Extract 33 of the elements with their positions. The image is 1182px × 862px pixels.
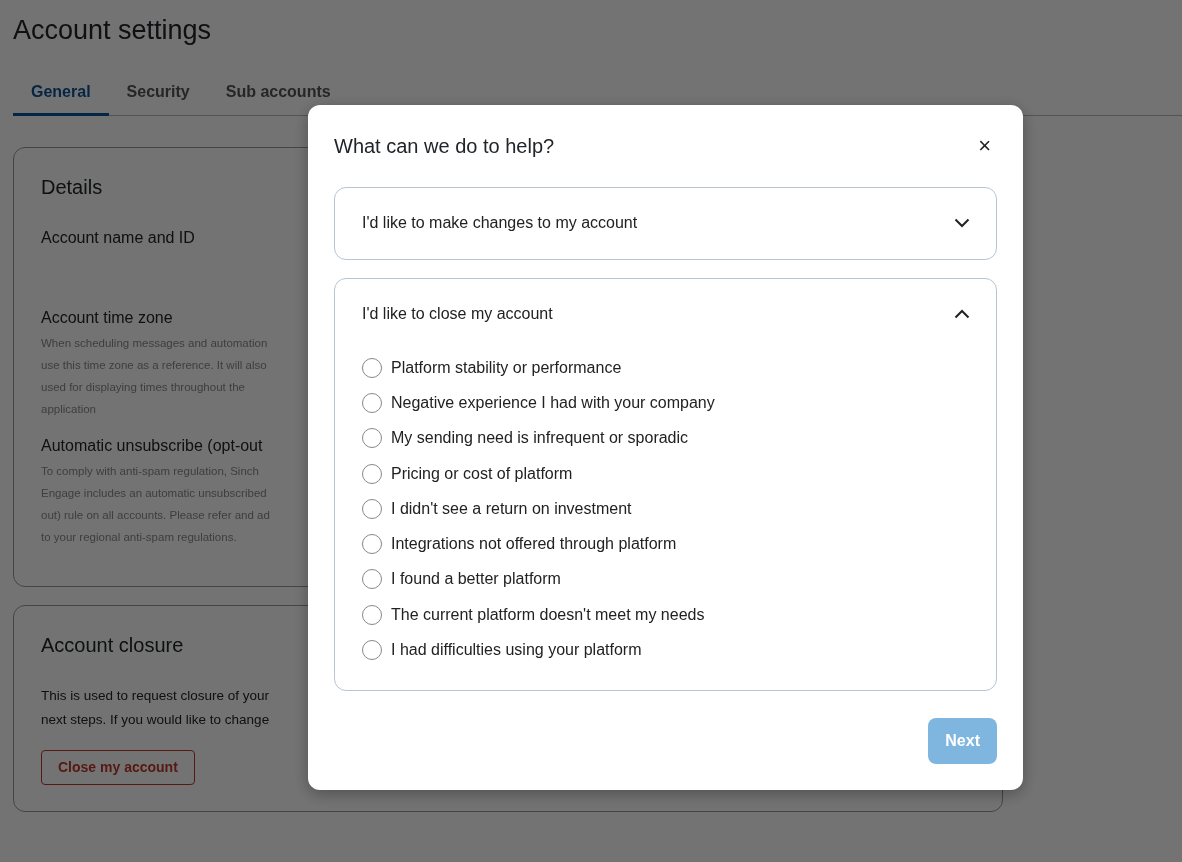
radio-button[interactable] xyxy=(362,357,382,378)
chevron-down-icon xyxy=(954,218,970,228)
section-heading: Account name and ID xyxy=(41,228,195,249)
radio-button[interactable] xyxy=(362,498,382,519)
radio-button[interactable] xyxy=(362,569,382,590)
card-title: Account closure xyxy=(41,633,184,659)
option-label[interactable]: I found a better platform xyxy=(391,567,561,592)
accordion-label: I'd like to make changes to my account xyxy=(362,213,638,233)
accordion-header[interactable]: I'd like to close my account xyxy=(335,279,996,350)
section-heading: Automatic unsubscribe (opt-out xyxy=(41,436,263,457)
radio-button[interactable] xyxy=(362,392,382,413)
option-label[interactable]: Platform stability or performance xyxy=(391,355,622,380)
option-label[interactable]: I didn't see a return on investment xyxy=(391,496,632,521)
radio-button[interactable] xyxy=(362,534,382,555)
card-text: This is used to request closure of your next steps. If you would like to change xyxy=(41,687,270,730)
option-label[interactable]: Pricing or cost of platform xyxy=(391,461,573,486)
radio-button[interactable] xyxy=(362,640,382,660)
modal-title: What can we do to help? xyxy=(334,134,555,159)
section-heading: Account time zone xyxy=(41,308,173,329)
option-label[interactable]: My sending need is infrequent or sporadic xyxy=(391,426,689,451)
close-button[interactable]: × xyxy=(972,135,997,157)
radio-button[interactable] xyxy=(362,463,382,484)
option-label[interactable]: Negative experience I had with your company xyxy=(391,390,715,415)
page-title: Account settings xyxy=(13,14,213,47)
accordion-label: I'd like to close my account xyxy=(362,304,553,324)
radio-button[interactable] xyxy=(362,428,382,449)
option-label[interactable]: The current platform doesn't meet my needs xyxy=(391,602,705,627)
option-label[interactable]: I had difficulties using your platform xyxy=(391,638,642,662)
chevron-up-icon xyxy=(954,309,970,319)
card-title: Details xyxy=(41,175,103,201)
accordion-header[interactable]: I'd like to make changes to my account xyxy=(335,188,996,259)
option-label[interactable]: Integrations not offered through platform xyxy=(391,532,677,557)
radio-button[interactable] xyxy=(362,604,382,625)
